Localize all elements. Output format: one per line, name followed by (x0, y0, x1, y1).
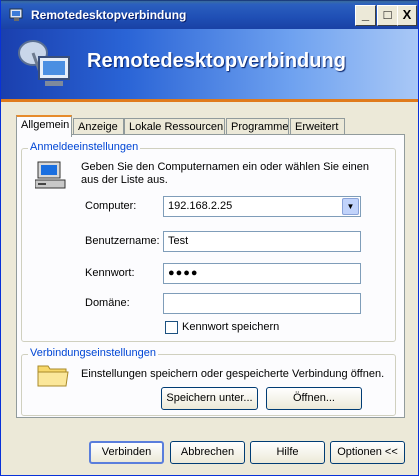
computer-value: 192.168.2.25 (168, 200, 233, 212)
remote-desktop-logo-icon (18, 40, 70, 86)
save-as-button[interactable]: Speichern unter... (161, 387, 258, 410)
remote-desktop-window: Remotedesktopverbindung _ □ X Remotedesk… (0, 0, 419, 476)
computer-label: Computer: (85, 200, 137, 212)
logon-settings-label: Anmeldeeinstellungen (28, 141, 141, 153)
banner: Remotedesktopverbindung (1, 29, 418, 99)
save-password-label[interactable]: Kennwort speichern (182, 321, 279, 333)
computer-icon (35, 161, 66, 189)
password-label: Kennwort: (85, 267, 135, 279)
domain-field[interactable] (163, 293, 361, 314)
connection-settings-label: Verbindungseinstellungen (28, 347, 158, 359)
tab-allgemein[interactable]: Allgemein (16, 115, 72, 137)
cancel-button[interactable]: Abbrechen (170, 441, 245, 464)
connect-button[interactable]: Verbinden (89, 441, 164, 464)
computer-combobox[interactable]: 192.168.2.25 ▼ (163, 196, 361, 217)
minimize-button[interactable]: _ (355, 5, 376, 26)
maximize-button[interactable]: □ (377, 5, 398, 26)
password-field[interactable]: ●●●● (163, 263, 361, 284)
logon-description-line1: Geben Sie den Computernamen ein oder wäh… (81, 161, 370, 173)
domain-label: Domäne: (85, 297, 130, 309)
open-button[interactable]: Öffnen... (266, 387, 362, 410)
password-value: ●●●● (168, 267, 199, 279)
username-field[interactable]: Test (163, 231, 361, 252)
close-button[interactable]: X (397, 5, 417, 26)
username-value: Test (168, 235, 189, 247)
title-bar[interactable]: Remotedesktopverbindung _ □ X (1, 0, 418, 29)
chevron-down-icon[interactable]: ▼ (342, 198, 359, 215)
save-password-checkbox[interactable] (165, 321, 178, 334)
connection-description: Einstellungen speichern oder gespeichert… (81, 368, 385, 380)
help-button[interactable]: Hilfe (250, 441, 325, 464)
options-button[interactable]: Optionen << (330, 441, 405, 464)
folder-icon (37, 365, 69, 387)
remote-desktop-icon (9, 8, 23, 21)
logon-description-line2: aus der Liste aus. (81, 174, 168, 186)
username-label: Benutzername: (85, 235, 160, 247)
window-title: Remotedesktopverbindung (31, 8, 187, 22)
banner-title: Remotedesktopverbindung (87, 50, 346, 72)
banner-accent-stripe (1, 99, 418, 102)
